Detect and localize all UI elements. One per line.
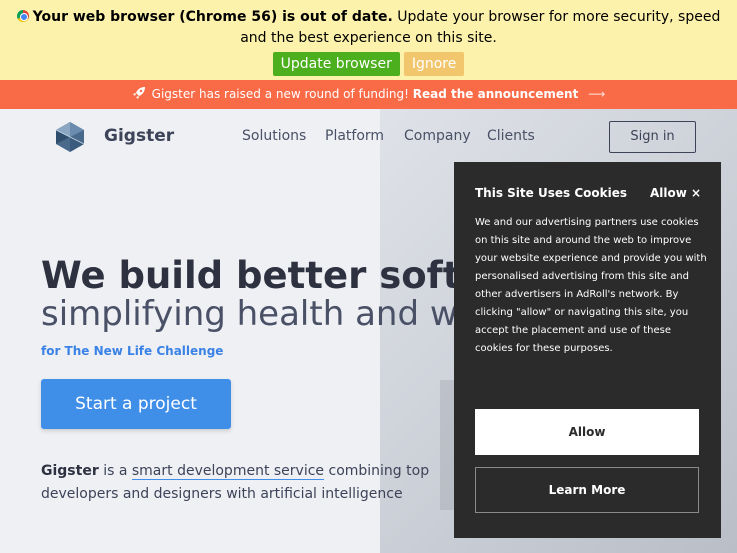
desc-brand: Gigster: [41, 463, 99, 479]
cookie-allow-close-button[interactable]: Allow ×: [650, 186, 701, 200]
nav-solutions[interactable]: Solutions: [242, 128, 306, 144]
brand-name[interactable]: Gigster: [104, 126, 174, 146]
sign-in-button[interactable]: Sign in: [609, 121, 696, 153]
cookie-body: We and our advertising partners use cook…: [475, 217, 707, 354]
chrome-icon: [16, 10, 29, 22]
update-browser-button[interactable]: Update browser: [272, 52, 400, 76]
cookie-learn-more-button[interactable]: Learn More: [475, 467, 699, 513]
outdated-browser-bar: Your web browser (Chrome 56) is out of d…: [0, 0, 737, 80]
start-project-button[interactable]: Start a project: [41, 379, 231, 429]
cookie-panel: This Site Uses Cookies Allow × We and ou…: [454, 162, 721, 538]
announcement-link[interactable]: Read the announcement: [413, 87, 579, 101]
rocket-icon: [132, 80, 146, 109]
hero-description: Gigster is a smart development service c…: [41, 460, 441, 506]
ignore-button[interactable]: Ignore: [403, 52, 465, 76]
smart-development-link[interactable]: smart development service: [131, 463, 325, 480]
cookie-allow-button[interactable]: Allow: [475, 409, 699, 455]
cookie-title: This Site Uses Cookies: [475, 186, 627, 200]
nav-company[interactable]: Company: [404, 128, 471, 144]
site-header: Gigster Solutions Platform Company Clien…: [0, 109, 737, 164]
nav-clients[interactable]: Clients: [487, 128, 535, 144]
outdated-title: Your web browser (Chrome 56) is out of d…: [32, 9, 393, 25]
nav-platform[interactable]: Platform: [325, 128, 384, 144]
hero-for-line: for The New Life Challenge: [41, 344, 224, 358]
desc-is: is a: [98, 463, 132, 479]
announcement-text: Gigster has raised a new round of fundin…: [151, 87, 409, 101]
announcement-bar[interactable]: Gigster has raised a new round of fundin…: [0, 80, 737, 109]
arrow-right-icon: ⟶: [588, 87, 606, 101]
gigster-logo-icon[interactable]: [53, 121, 87, 153]
outdated-message: Your web browser (Chrome 56) is out of d…: [0, 0, 737, 49]
